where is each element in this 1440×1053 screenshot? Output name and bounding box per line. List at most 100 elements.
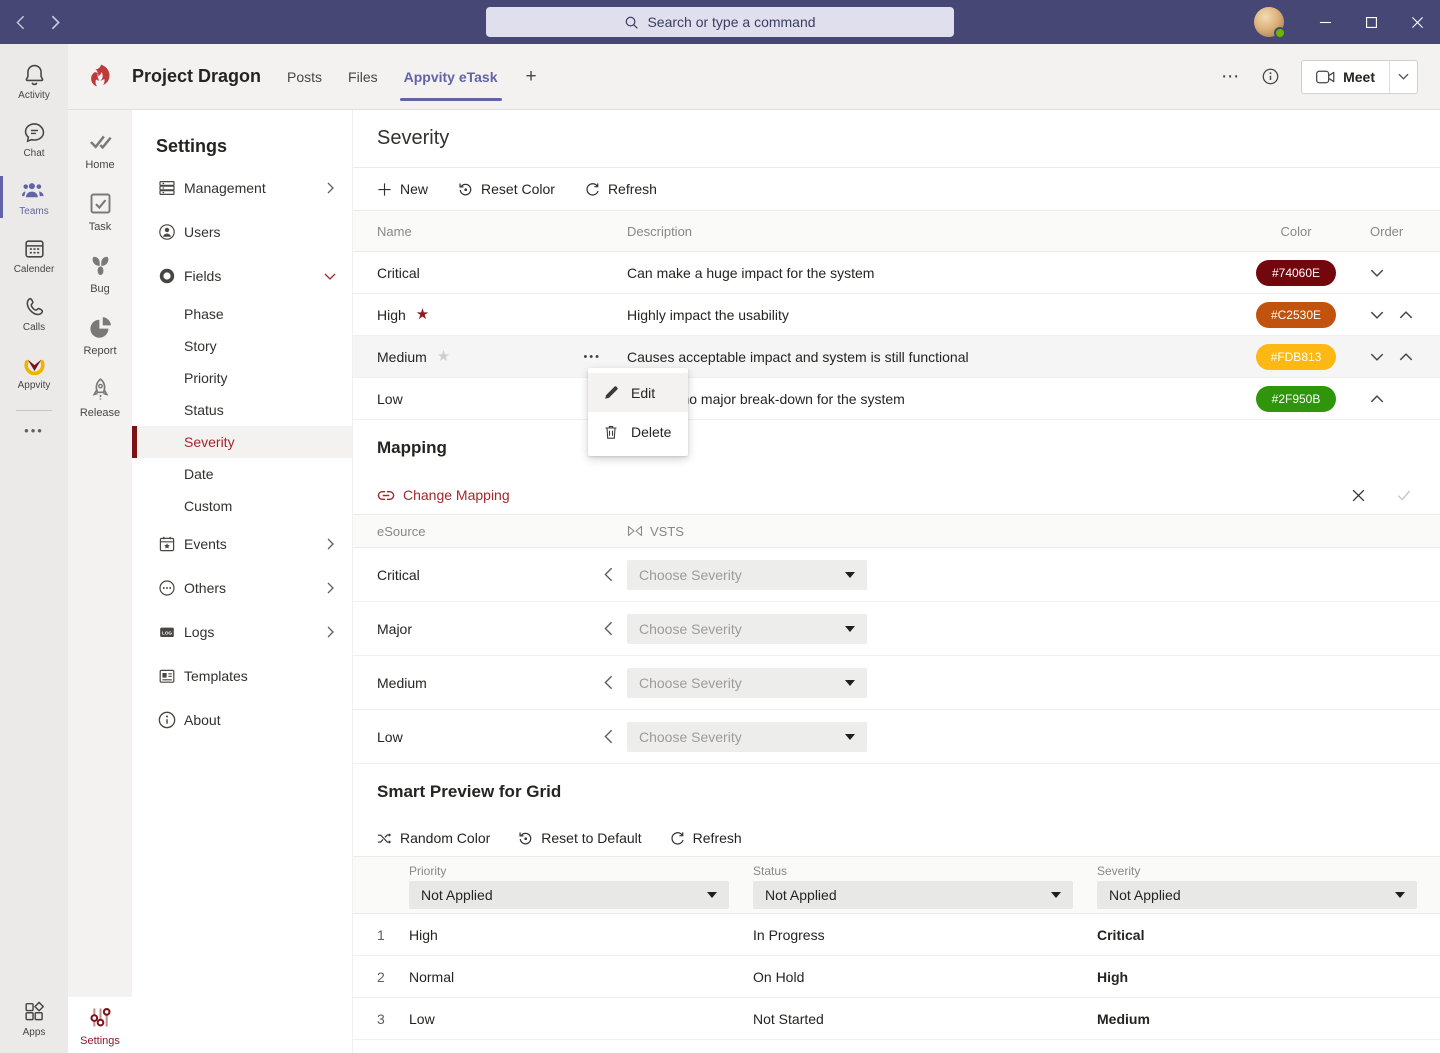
nav-item-management[interactable]: Management [132,166,352,210]
star-icon[interactable]: ★ [437,349,450,364]
nav-item-story[interactable]: Story [132,330,352,362]
add-tab-button[interactable]: + [526,66,537,88]
meet-dropdown-button[interactable] [1389,61,1417,93]
phone-icon [22,294,47,319]
severity-row-high[interactable]: High ★ Highly impact the usability #C253… [353,294,1440,336]
new-button[interactable]: New [377,181,428,197]
cancel-x-icon[interactable] [1351,488,1366,503]
choose-severity-dropdown[interactable]: Choose Severity [627,722,867,752]
rail-item-chat[interactable]: Chat [0,110,68,168]
back-icon[interactable] [16,15,25,30]
nav-item-users[interactable]: Users [132,210,352,254]
choose-severity-dropdown[interactable]: Choose Severity [627,668,867,698]
settings-nav-title: Settings [132,126,352,166]
bell-icon [22,62,47,87]
preview-severity: Critical [1097,927,1144,943]
severity-description: Causes acceptable impact and system is s… [627,349,1236,365]
nav-item-phase[interactable]: Phase [132,298,352,330]
nav-item-logs[interactable]: Logs [132,610,352,654]
confirm-check-icon[interactable] [1396,487,1412,503]
random-color-button[interactable]: Random Color [377,830,490,846]
refresh-button[interactable]: Refresh [585,181,657,197]
order-down-icon[interactable] [1370,353,1384,361]
priority-filter-dropdown[interactable]: Not Applied [409,881,729,909]
reset-color-button[interactable]: Reset Color [458,181,555,197]
meet-button[interactable]: Meet [1302,61,1389,93]
tab-files[interactable]: Files [348,44,378,110]
severity-name: Critical [377,265,420,281]
nav-item-events[interactable]: Events [132,522,352,566]
default-star-icon: ★ [416,307,429,322]
nav-item-templates[interactable]: Templates [132,654,352,698]
context-menu-delete[interactable]: Delete [588,412,688,451]
status-filter-dropdown[interactable]: Not Applied [753,881,1073,909]
module-release[interactable]: Release [68,366,132,428]
module-settings[interactable]: Settings [68,997,132,1053]
menu-item-label: Edit [631,385,655,401]
choose-severity-dropdown[interactable]: Choose Severity [627,614,867,644]
rail-more-button[interactable]: ••• [0,417,68,444]
order-down-icon[interactable] [1370,311,1384,319]
color-pill[interactable]: #FDB813 [1256,344,1336,370]
rail-item-appvity[interactable]: Appvity [0,342,68,400]
header-esource: eSource [353,524,627,539]
color-pill[interactable]: #C2530E [1256,302,1336,328]
module-report[interactable]: Report [68,304,132,366]
smart-preview-heading: Smart Preview for Grid [377,782,561,802]
tab-appvity-etask[interactable]: Appvity eTask [404,44,498,110]
severity-row-low[interactable]: Low There is no major break-down for the… [353,378,1440,420]
forward-icon[interactable] [51,15,60,30]
nav-item-severity[interactable]: Severity [132,426,352,458]
refresh-button[interactable]: Refresh [670,830,742,846]
avatar[interactable] [1254,7,1284,37]
color-pill[interactable]: #2F950B [1256,386,1336,412]
nav-item-date[interactable]: Date [132,458,352,490]
search-input[interactable]: Search or type a command [486,7,954,37]
rail-item-calls[interactable]: Calls [0,284,68,342]
rail-item-calendar[interactable]: Calender [0,226,68,284]
choose-severity-dropdown[interactable]: Choose Severity [627,560,867,590]
team-logo-phoenix [86,62,116,92]
rail-item-apps[interactable]: Apps [0,989,68,1047]
esource-value: Low [377,729,403,745]
row-menu-button[interactable]: ••• [583,351,601,363]
map-left-chevron-icon [604,729,613,744]
nav-item-status[interactable]: Status [132,394,352,426]
dropdown-arrow-icon [845,680,855,686]
change-mapping-link[interactable]: Change Mapping [377,487,510,503]
button-label: Random Color [400,830,490,846]
severity-row-medium[interactable]: Medium ★ ••• Causes acceptable impact an… [353,336,1440,378]
dropdown-placeholder: Choose Severity [639,567,742,583]
order-up-icon[interactable] [1399,353,1413,361]
tab-posts[interactable]: Posts [287,44,322,110]
nav-item-priority[interactable]: Priority [132,362,352,394]
nav-item-fields[interactable]: Fields [132,254,352,298]
severity-row-critical[interactable]: Critical Can make a huge impact for the … [353,252,1440,294]
reset-to-default-button[interactable]: Reset to Default [518,830,641,846]
nav-item-custom[interactable]: Custom [132,490,352,522]
close-button[interactable] [1394,0,1440,44]
module-label: Bug [90,283,110,295]
rail-item-teams[interactable]: Teams [0,168,68,226]
minimize-button[interactable] [1302,0,1348,44]
context-menu-edit[interactable]: Edit [588,373,688,412]
severity-filter-dropdown[interactable]: Not Applied [1097,881,1417,909]
preview-priority: High [409,927,753,943]
channel-more-button[interactable]: ⋯ [1221,66,1240,87]
header-vsts: VSTS [627,524,684,539]
order-down-icon[interactable] [1370,269,1384,277]
module-home[interactable]: Home [68,118,132,180]
info-icon[interactable] [1262,68,1279,85]
search-placeholder: Search or type a command [647,14,815,30]
module-task[interactable]: Task [68,180,132,242]
nav-item-others[interactable]: Others [132,566,352,610]
preview-priority: Low [409,1011,753,1027]
order-up-icon[interactable] [1370,395,1384,403]
rail-label: Chat [23,148,44,159]
maximize-button[interactable] [1348,0,1394,44]
rail-item-activity[interactable]: Activity [0,52,68,110]
color-pill[interactable]: #74060E [1256,260,1336,286]
order-up-icon[interactable] [1399,311,1413,319]
module-bug[interactable]: Bug [68,242,132,304]
nav-item-about[interactable]: About [132,698,352,742]
